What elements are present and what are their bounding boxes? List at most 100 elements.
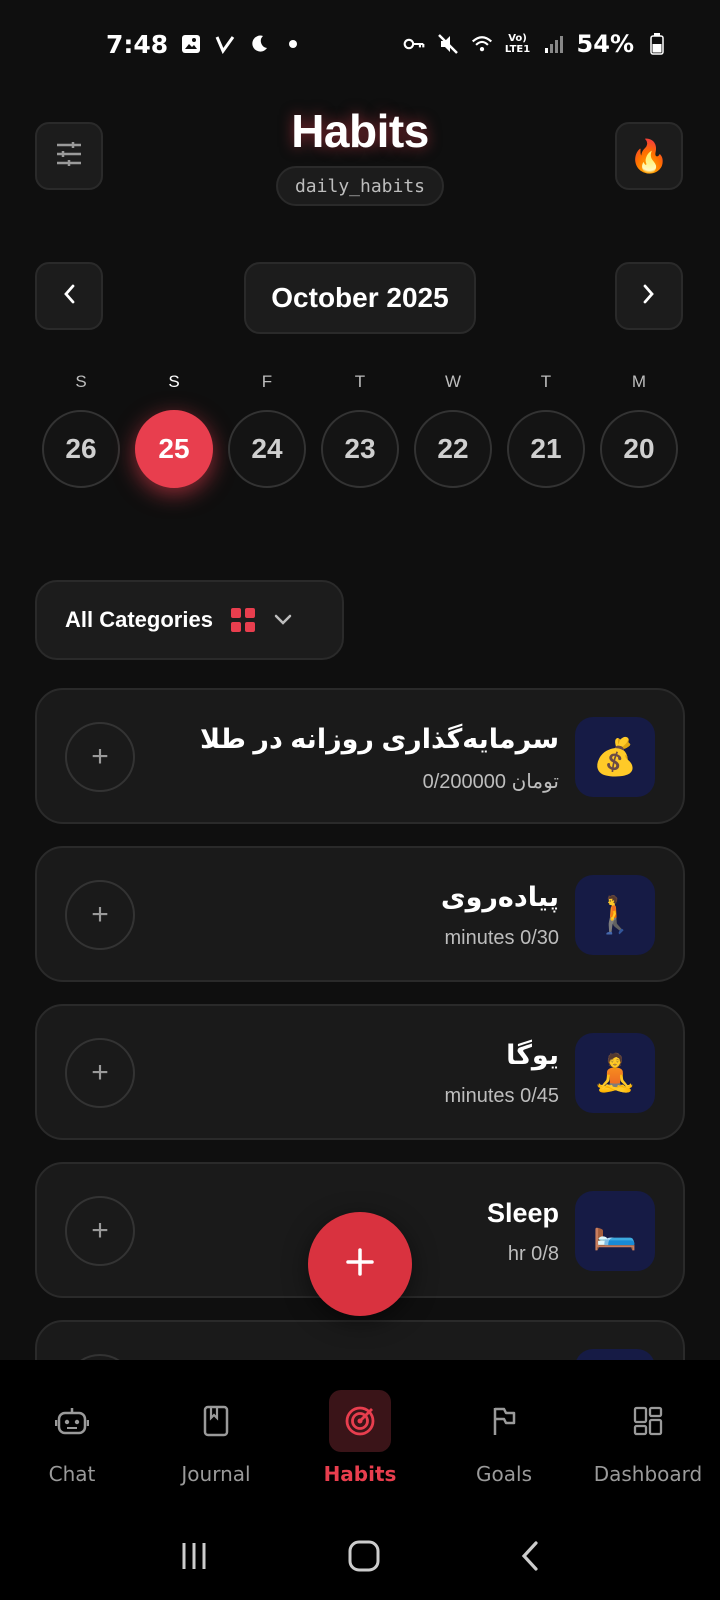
habit-text: سرمایه‌گذاری روزانه در طلا 0/200000 توما… <box>200 724 559 794</box>
increment-habit-button[interactable]: + <box>65 880 135 950</box>
status-right: Vo) LTE1 54% <box>403 30 668 58</box>
habit-progress: minutes 0/45 <box>444 1085 559 1107</box>
plus-icon: + <box>91 898 109 931</box>
habit-name: یوگا <box>506 1040 559 1070</box>
day-of-week: S <box>75 372 87 391</box>
v-check-icon <box>214 33 236 55</box>
category-label: All Categories <box>65 607 213 632</box>
day-circle-selected[interactable]: 25 <box>135 410 213 488</box>
network-label: Vo) LTE1 <box>504 33 531 55</box>
category-dropdown[interactable]: All Categories <box>35 580 344 660</box>
bed-icon: 🛏️ <box>575 1191 655 1271</box>
increment-habit-button[interactable]: + <box>65 1196 135 1266</box>
money-bag-icon: 💰 <box>575 717 655 797</box>
habit-progress: minutes 0/30 <box>444 927 559 949</box>
day-column[interactable]: M 20 <box>600 372 678 488</box>
habit-card[interactable]: + یوگا minutes 0/45 🧘 <box>35 1004 685 1140</box>
chevron-down-icon <box>273 607 293 633</box>
day-circle[interactable]: 26 <box>42 410 120 488</box>
habit-progress: hr 0/8 <box>507 1243 559 1265</box>
week-strip: S 26 S 25 F 24 T 23 W 22 T 21 M 20 <box>42 372 678 488</box>
nav-item-dashboard[interactable]: Dashboard <box>576 1390 720 1486</box>
home-icon[interactable] <box>347 1539 381 1578</box>
wifi-icon <box>471 33 493 55</box>
habit-emoji-tile <box>575 1349 655 1360</box>
streak-button[interactable]: 🔥 <box>615 122 683 190</box>
robot-icon <box>41 1390 103 1452</box>
prev-month-button[interactable] <box>35 262 103 330</box>
day-of-week: S <box>168 372 180 391</box>
nav-label: Chat <box>48 1462 96 1486</box>
nav-item-habits[interactable]: Habits <box>288 1390 432 1486</box>
next-month-button[interactable] <box>615 262 683 330</box>
plus-icon: + <box>91 740 109 773</box>
walking-person-icon: 🚶 <box>575 875 655 955</box>
status-bar: 7:48 Vo) LTE1 54% <box>0 0 720 88</box>
dashboard-icon <box>617 1390 679 1452</box>
plus-icon: + <box>91 1214 109 1247</box>
habit-name: پیاده‌روی <box>440 882 559 912</box>
system-nav-bar <box>0 1516 720 1600</box>
day-column[interactable]: W 22 <box>414 372 492 488</box>
day-column[interactable]: T 23 <box>321 372 399 488</box>
grid-icon <box>230 608 255 632</box>
battery-text: 54% <box>576 30 634 58</box>
status-left: 7:48 <box>106 30 304 59</box>
day-of-week: M <box>631 372 647 391</box>
plus-icon: + <box>91 1056 109 1089</box>
day-column[interactable]: T 21 <box>507 372 585 488</box>
day-circle[interactable]: 21 <box>507 410 585 488</box>
nav-label: Dashboard <box>593 1462 703 1486</box>
moon-icon <box>248 33 270 55</box>
increment-habit-button[interactable]: + <box>65 1038 135 1108</box>
day-column-selected[interactable]: S 25 <box>135 372 213 488</box>
day-circle[interactable]: 22 <box>414 410 492 488</box>
target-icon <box>329 1390 391 1452</box>
habit-card[interactable]: + پیاده‌روی minutes 0/30 🚶 <box>35 846 685 982</box>
page-title: Habits <box>291 105 429 157</box>
chevron-left-icon <box>62 283 76 310</box>
habit-name: سرمایه‌گذاری روزانه در طلا <box>199 724 559 754</box>
habit-text: پیاده‌روی minutes 0/30 <box>441 882 559 950</box>
image-icon <box>180 33 202 55</box>
status-time: 7:48 <box>106 29 169 59</box>
day-circle[interactable]: 23 <box>321 410 399 488</box>
battery-icon <box>646 33 668 55</box>
day-of-week: W <box>444 372 462 391</box>
habit-text: یوگا minutes 0/45 <box>444 1040 559 1108</box>
flag-icon <box>473 1390 535 1452</box>
yoga-icon: 🧘 <box>575 1033 655 1113</box>
add-habit-button[interactable] <box>308 1212 412 1316</box>
recents-icon[interactable] <box>179 1541 209 1576</box>
chevron-right-icon <box>642 283 656 310</box>
back-icon[interactable] <box>519 1540 541 1577</box>
key-icon <box>403 33 425 55</box>
day-of-week: T <box>354 372 366 391</box>
fire-icon: 🔥 <box>629 138 669 174</box>
habit-text: Sleep hr 0/8 <box>487 1198 559 1266</box>
habit-progress: 0/200000 تومان <box>422 771 559 793</box>
month-label[interactable]: October 2025 <box>244 262 476 334</box>
nav-item-journal[interactable]: Journal <box>144 1390 288 1486</box>
day-of-week: T <box>540 372 552 391</box>
day-column[interactable]: F 24 <box>228 372 306 488</box>
nav-item-goals[interactable]: Goals <box>432 1390 576 1486</box>
signal-icon <box>543 33 565 55</box>
habit-card[interactable]: + سرمایه‌گذاری روزانه در طلا 0/200000 تو… <box>35 688 685 824</box>
dot-icon <box>282 33 304 55</box>
increment-habit-button[interactable]: + <box>65 722 135 792</box>
subtitle-badge: daily_habits <box>276 166 444 206</box>
bottom-nav: Chat Journal Habits Goals Dashboard <box>0 1360 720 1516</box>
plus-icon <box>345 1247 375 1282</box>
nav-label: Goals <box>476 1462 532 1486</box>
day-circle[interactable]: 24 <box>228 410 306 488</box>
day-of-week: F <box>261 372 273 391</box>
day-circle[interactable]: 20 <box>600 410 678 488</box>
nav-label: Habits <box>323 1462 397 1486</box>
book-icon <box>185 1390 247 1452</box>
nav-label: Journal <box>181 1462 251 1486</box>
habit-card[interactable]: + Sl <box>35 1320 685 1360</box>
nav-item-chat[interactable]: Chat <box>0 1390 144 1486</box>
day-column[interactable]: S 26 <box>42 372 120 488</box>
mute-icon <box>437 33 459 55</box>
